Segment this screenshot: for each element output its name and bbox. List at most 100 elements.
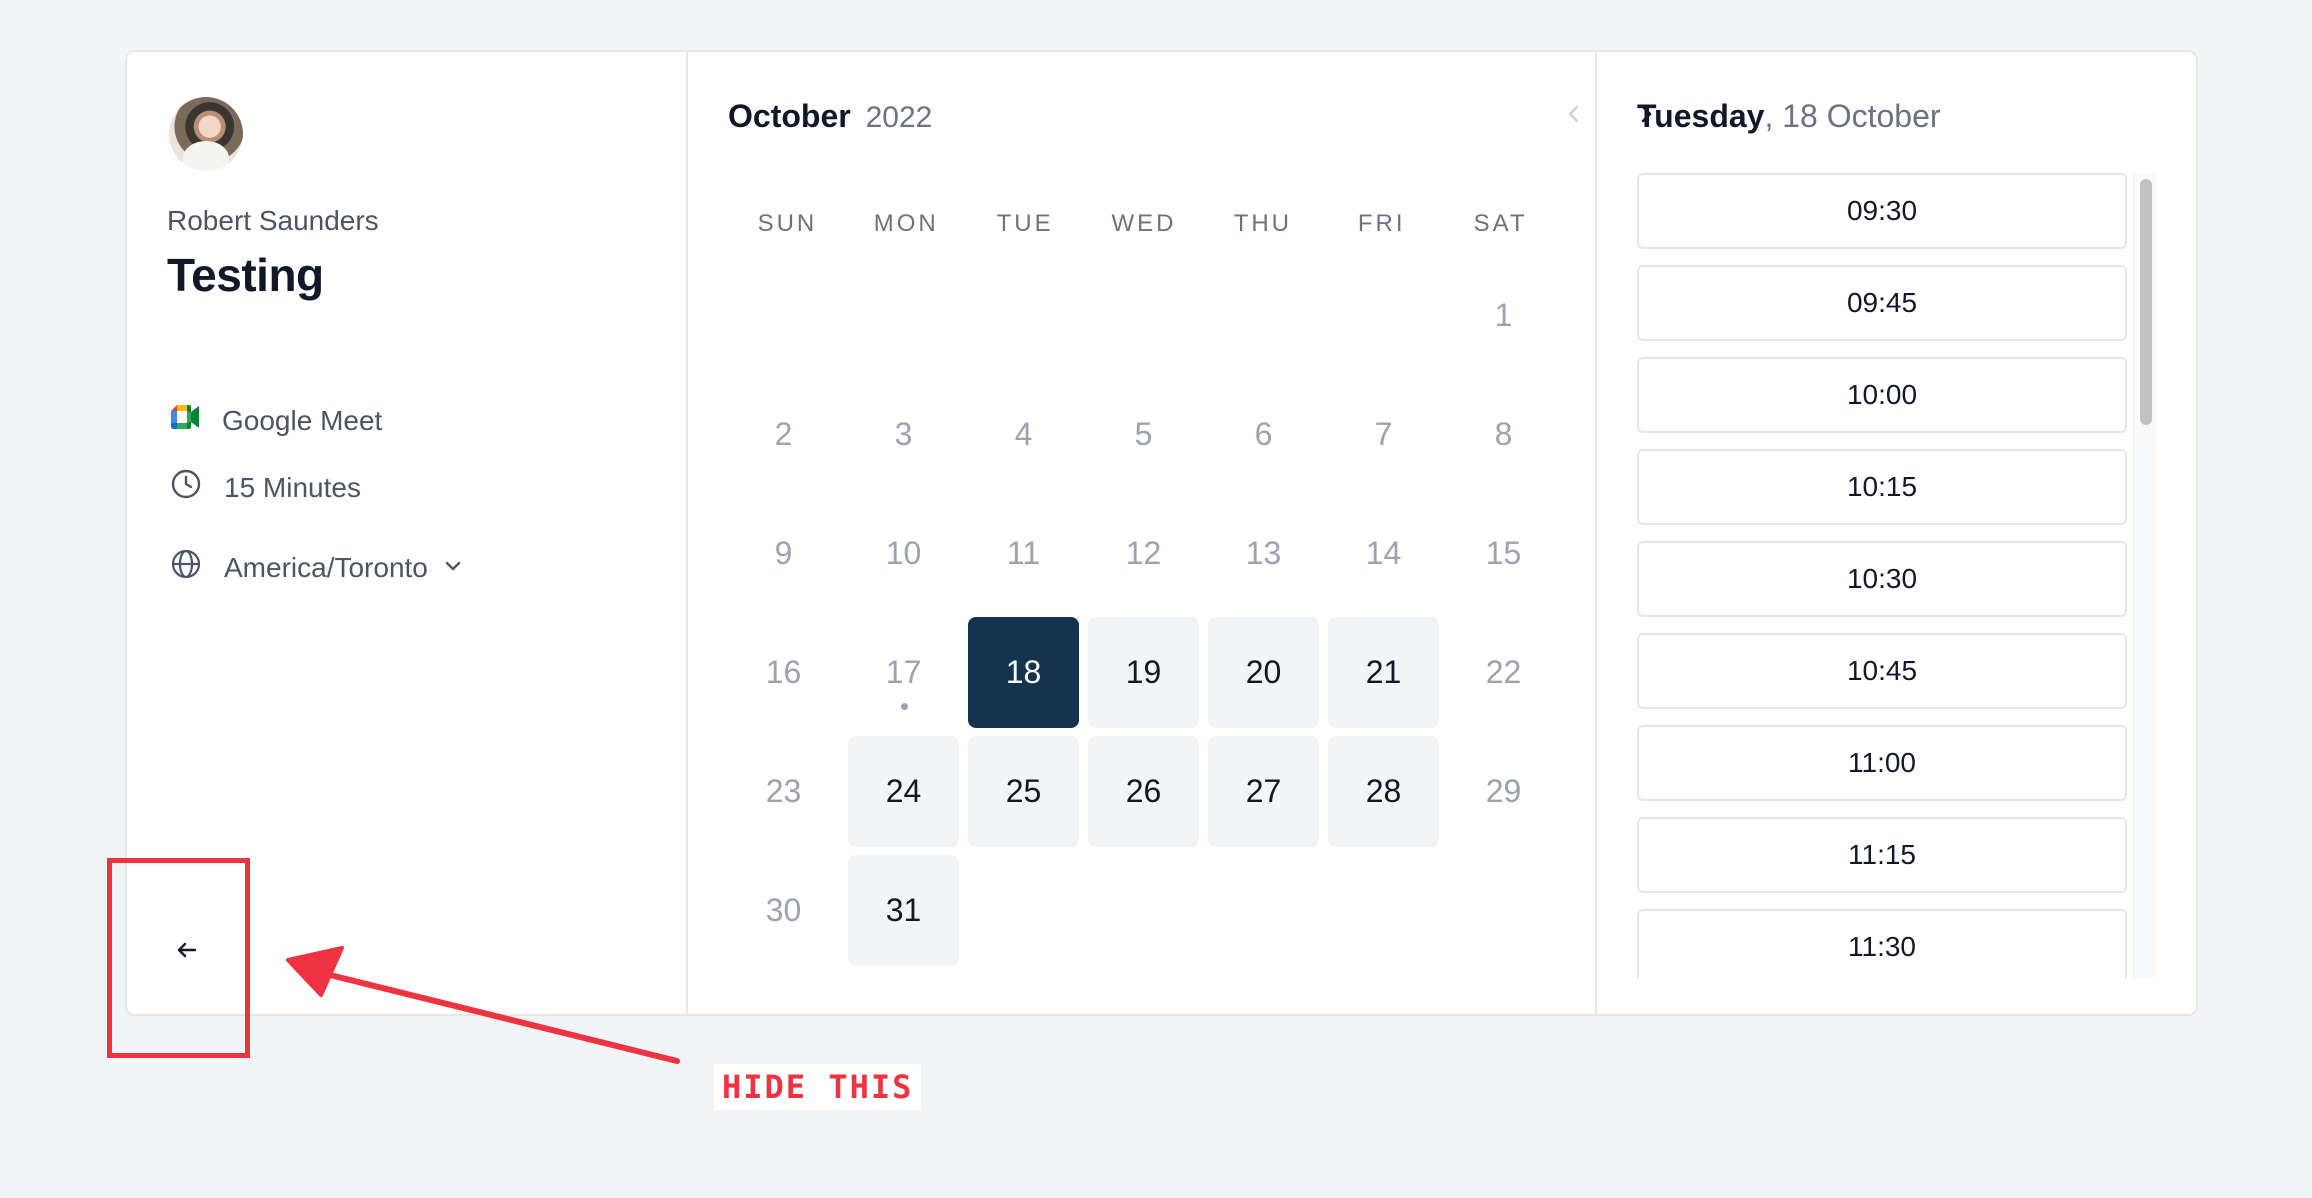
day-cell-available[interactable]: 19 [1088, 617, 1199, 728]
day-number: 12 [1125, 535, 1162, 571]
day-cell-unavailable: 5 [1088, 379, 1199, 490]
day-cell-available[interactable]: 21 [1328, 617, 1439, 728]
day-cell-available[interactable]: 25 [968, 736, 1079, 847]
weekday-header: SUN MON TUE WED THU FRI SAT [728, 210, 1560, 238]
day-number: 2 [774, 416, 793, 452]
day-number: 17 [885, 654, 922, 690]
day-cell-available[interactable]: 20 [1208, 617, 1319, 728]
day-cell-unavailable: 9 [728, 498, 839, 609]
day-number: 8 [1494, 416, 1513, 452]
time-slot-button[interactable]: 09:30 [1637, 173, 2127, 249]
day-number: 10 [885, 535, 922, 571]
time-slot-button[interactable]: 10:30 [1637, 541, 2127, 617]
day-cell-unavailable: 7 [1328, 379, 1439, 490]
day-number: 13 [1245, 535, 1282, 571]
day-number: 3 [894, 416, 913, 452]
weekday-label: SAT [1473, 210, 1528, 237]
time-slot-button[interactable]: 10:00 [1637, 357, 2127, 433]
day-cell-unavailable: 17 [848, 617, 959, 728]
day-cell-unavailable: 30 [728, 855, 839, 966]
day-number: 5 [1134, 416, 1153, 452]
weekday-label: SUN [757, 210, 818, 237]
day-cell-unavailable: 10 [848, 498, 959, 609]
day-cell-available[interactable]: 24 [848, 736, 959, 847]
location-row: Google Meet [170, 404, 382, 437]
chevron-left-icon [1562, 102, 1586, 131]
day-cell-unavailable: 2 [728, 379, 839, 490]
day-number: 23 [765, 773, 802, 809]
day-cell-selected[interactable]: 18 [968, 617, 1079, 728]
day-number: 15 [1485, 535, 1522, 571]
time-slot-button[interactable]: 10:45 [1637, 633, 2127, 709]
event-title: Testing [167, 249, 324, 301]
day-cell-available[interactable]: 27 [1208, 736, 1319, 847]
day-number: 18 [1005, 654, 1042, 690]
day-cell-unavailable: 12 [1088, 498, 1199, 609]
day-number: 28 [1365, 773, 1402, 809]
owner-name: Robert Saunders [167, 205, 379, 236]
day-cell-unavailable: 16 [728, 617, 839, 728]
selected-date: , 18 October [1764, 98, 1941, 134]
day-number: 24 [885, 773, 922, 809]
time-slot-button[interactable]: 09:45 [1637, 265, 2127, 341]
timezone-selector[interactable]: America/Toronto [170, 548, 464, 587]
day-number: 6 [1254, 416, 1273, 452]
day-cell-unavailable: 13 [1208, 498, 1319, 609]
day-cell-unavailable: 4 [968, 379, 1079, 490]
day-number: 21 [1365, 654, 1402, 690]
time-slot-list: 09:30 09:45 10:00 10:15 10:30 10:45 11:00 11:15… [1637, 173, 2127, 978]
day-number: 20 [1245, 654, 1282, 690]
duration-row: 15 Minutes [170, 468, 361, 507]
day-number: 30 [765, 892, 802, 928]
time-slots-panel: Tuesday, 18 October 09:30 09:45 10:00 10:15… [1597, 52, 2196, 1014]
annotation-highlight-box [107, 858, 250, 1058]
timezone-label: America/Toronto [224, 551, 428, 583]
selected-weekday: Tuesday [1637, 98, 1765, 134]
day-number: 31 [885, 892, 922, 928]
date-picker: October 2022 SUN MON TUE WED THU FRI SAT 12345… [688, 52, 1652, 1014]
booking-card: Robert Saunders Testing Google Meet 15 M… [125, 50, 2198, 1016]
time-slot-button[interactable]: 11:30 [1637, 909, 2127, 978]
scrollbar[interactable] [2133, 173, 2157, 978]
time-slot-button[interactable]: 11:15 [1637, 817, 2127, 893]
day-number: 26 [1125, 773, 1162, 809]
weekday-label: TUE [996, 210, 1054, 237]
day-number: 11 [1006, 535, 1041, 571]
avatar [169, 97, 243, 171]
day-cell-available[interactable]: 31 [848, 855, 959, 966]
day-cell-available[interactable]: 26 [1088, 736, 1199, 847]
scrollbar-thumb[interactable] [2140, 179, 2152, 425]
weekday-label: FRI [1357, 210, 1406, 237]
month-heading: October 2022 [728, 98, 932, 135]
duration-label: 15 Minutes [224, 471, 361, 503]
day-number: 9 [774, 535, 793, 571]
day-cell-unavailable: 1 [1448, 260, 1559, 371]
day-number: 4 [1014, 416, 1033, 452]
year: 2022 [865, 101, 933, 134]
day-cell-unavailable: 3 [848, 379, 959, 490]
selected-date-heading: Tuesday, 18 October [1637, 98, 1941, 135]
day-cell-unavailable: 15 [1448, 498, 1559, 609]
weekday-label: THU [1233, 210, 1293, 237]
location-label: Google Meet [222, 404, 383, 436]
chevron-down-icon [442, 552, 464, 584]
time-slot-button[interactable]: 11:00 [1637, 725, 2127, 801]
day-number: 29 [1485, 773, 1522, 809]
month-name: October [728, 98, 851, 134]
previous-month-button[interactable] [1554, 96, 1594, 136]
weekday-label: MON [873, 210, 939, 237]
day-cell-unavailable: 29 [1448, 736, 1559, 847]
day-cell-unavailable: 22 [1448, 617, 1559, 728]
day-cell-available[interactable]: 28 [1328, 736, 1439, 847]
google-meet-icon [170, 404, 200, 437]
today-indicator [900, 703, 908, 710]
day-number: 14 [1365, 535, 1402, 571]
day-number: 19 [1125, 654, 1162, 690]
day-grid: 1 2 3 4 5 6 7 8 9 10 11 12 13 14 15 16 17 18 19 20 21 22 23 24 2… [728, 260, 1560, 966]
day-cell-unavailable: 11 [968, 498, 1079, 609]
day-cell-unavailable: 8 [1448, 379, 1559, 490]
day-cell-unavailable: 23 [728, 736, 839, 847]
day-number: 7 [1374, 416, 1393, 452]
time-slot-button[interactable]: 10:15 [1637, 449, 2127, 525]
globe-icon [170, 548, 202, 587]
